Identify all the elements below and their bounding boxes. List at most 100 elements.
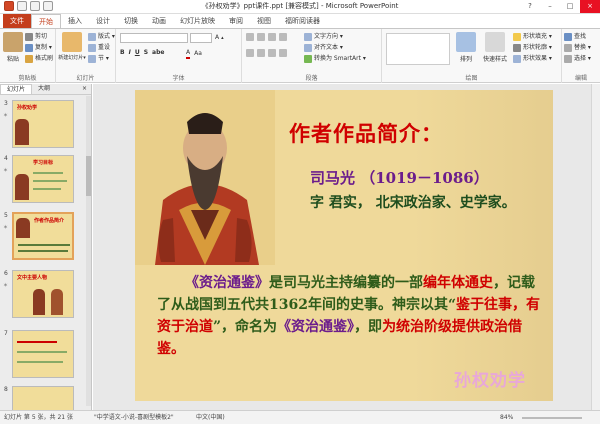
drawing-group: 排列 快速样式 形状填充 ▾ 形状轮廓 ▾ 形状效果 ▾ 绘图 [382,29,562,83]
clipboard-group: 粘贴 剪切 复制 ▾ 格式刷 剪贴板 [0,29,56,83]
indent-icon[interactable] [268,33,276,41]
tab-insert[interactable]: 插入 [61,14,89,28]
arrange-label: 排列 [459,56,472,63]
thumbnail-line [17,361,63,363]
slide-number: 4 [4,155,8,162]
tab-home[interactable]: 开始 [31,14,61,28]
author-description: 字 君实， 北宋政治家、史学家。 [310,195,516,211]
find-button[interactable]: 查找 [564,33,586,41]
slide-number: 8 [4,386,8,393]
slides-panel: 幻灯片 大纲 × 3 ✶ 孙权劝学 4 ✶ 学习目标 5 ✶ 作者作品简介 6 … [0,84,92,410]
select-icon [564,55,572,63]
justify-icon[interactable] [279,49,287,57]
panel-scrollbar[interactable] [86,96,91,406]
font-size-select[interactable] [190,33,212,43]
font-color-row: A Aa [186,49,202,59]
slide-thumbnail-4[interactable]: 4 ✶ 学习目标 [0,155,92,207]
new-slide-button[interactable]: 新建幻灯片▾ [58,32,86,61]
new-slide-icon [62,32,82,52]
layout-button[interactable]: 版式 ▾ [88,33,115,41]
change-case-icon[interactable]: Aa [194,50,202,58]
numbering-icon[interactable] [257,33,265,41]
tab-view[interactable]: 视图 [250,14,278,28]
copy-button[interactable]: 复制 ▾ [25,44,52,52]
shape-outline-button[interactable]: 形状轮廓 ▾ [513,44,552,52]
paste-button[interactable]: 粘贴 [3,32,23,63]
slide-thumbnail-6[interactable]: 6 ✶ 文中主要人物 [0,270,92,322]
binoculars-icon [564,33,572,41]
bold-button[interactable]: B [120,49,125,57]
copy-icon [25,44,33,52]
align-right-icon[interactable] [268,49,276,57]
font-color-icon[interactable]: A [186,49,191,59]
zoom-slider[interactable] [522,417,582,419]
highlight-text: 编年体通史 [423,275,493,291]
text-direction-label: 文字方向 ▾ [314,33,343,40]
thumbnail-image: 文中主要人物 [12,270,74,318]
underline-button[interactable]: U [135,49,140,57]
text-direction-button[interactable]: 文字方向 ▾ [304,33,343,41]
format-painter-button[interactable]: 格式刷 [25,55,53,63]
shadow-button[interactable]: abe [152,49,164,57]
arrange-button[interactable]: 排列 [454,32,478,63]
shapes-gallery[interactable] [386,33,450,65]
align-text-icon [304,44,312,52]
slide-canvas[interactable]: 作者作品简介： 司马光 （1019－1086） 字 君实， 北宋政治家、史学家。… [135,90,553,401]
editor-scrollbar[interactable] [591,84,600,410]
shape-effects-button[interactable]: 形状效果 ▾ [513,55,552,63]
zoom-level[interactable]: 84% [500,411,513,424]
font-format-row: B I U Sabe [120,49,164,57]
slide-thumbnail-7[interactable]: 7 [0,330,92,382]
section-button[interactable]: 节 ▾ [88,55,109,63]
thumbnail-image: 孙权劝学 [12,100,74,148]
strikethrough-button[interactable]: S [144,49,148,57]
tab-design[interactable]: 设计 [89,14,117,28]
slide-heading: 作者作品简介： [289,122,443,146]
cut-button[interactable]: 剪切 [25,33,47,41]
select-button[interactable]: 选择 ▾ [564,55,591,63]
replace-button[interactable]: 替换 ▾ [564,44,591,52]
thumbnail-image: 学习目标 [12,155,74,203]
tab-slides-panel[interactable]: 幻灯片 [0,84,33,94]
book-title: 《资治通鉴》 [185,275,269,291]
find-label: 查找 [574,33,587,40]
align-center-icon[interactable] [257,49,265,57]
align-text-button[interactable]: 对齐文本 ▾ [304,44,343,52]
help-icon[interactable]: ? [520,0,540,13]
tab-file[interactable]: 文件 [3,14,31,28]
shape-fill-button[interactable]: 形状填充 ▾ [513,33,552,41]
tab-outline-panel[interactable]: 大纲 [32,84,56,94]
slide-thumbnail-5[interactable]: 5 ✶ 作者作品简介 [0,212,92,264]
close-button[interactable]: × [580,0,600,13]
italic-button[interactable]: I [129,49,131,57]
grow-font-icon[interactable]: A ▴ [215,34,224,42]
outdent-icon[interactable] [279,33,287,41]
panel-close-icon[interactable]: × [78,84,91,94]
minimize-button[interactable]: – [540,0,560,13]
tab-transitions[interactable]: 切换 [117,14,145,28]
thumbnail-line [33,188,61,190]
reset-button[interactable]: 重设 [88,44,110,52]
bullets-icon[interactable] [246,33,254,41]
layout-icon [88,33,96,41]
slide-thumbnail-3[interactable]: 3 ✶ 孙权劝学 [0,100,92,152]
thumbnail-figure [15,174,29,200]
panel-scroll-thumb[interactable] [86,156,91,196]
tab-slideshow[interactable]: 幻灯片放映 [173,14,222,28]
tab-animations[interactable]: 动画 [145,14,173,28]
quick-styles-button[interactable]: 快速样式 [480,32,510,63]
tab-foxit[interactable]: 福昕阅读器 [278,14,327,28]
language[interactable]: 中文(中国) [196,411,225,424]
panel-tabs: 幻灯片 大纲 × [0,84,91,95]
font-name-select[interactable] [120,33,188,43]
ribbon-tabs: 文件 开始 插入 设计 切换 动画 幻灯片放映 审阅 视图 福昕阅读器 [0,14,600,29]
smartart-button[interactable]: 转换为 SmartArt ▾ [304,55,366,63]
cut-label: 剪切 [35,33,48,40]
slide-thumbnail-8[interactable]: 8 [0,386,92,410]
align-left-icon[interactable] [246,49,254,57]
slide-info: 幻灯片 第 5 张，共 21 张 [4,414,73,421]
maximize-button[interactable]: □ [560,0,580,13]
smartart-label: 转换为 SmartArt ▾ [314,55,366,62]
thumbnail-line [33,180,67,182]
tab-review[interactable]: 审阅 [222,14,250,28]
